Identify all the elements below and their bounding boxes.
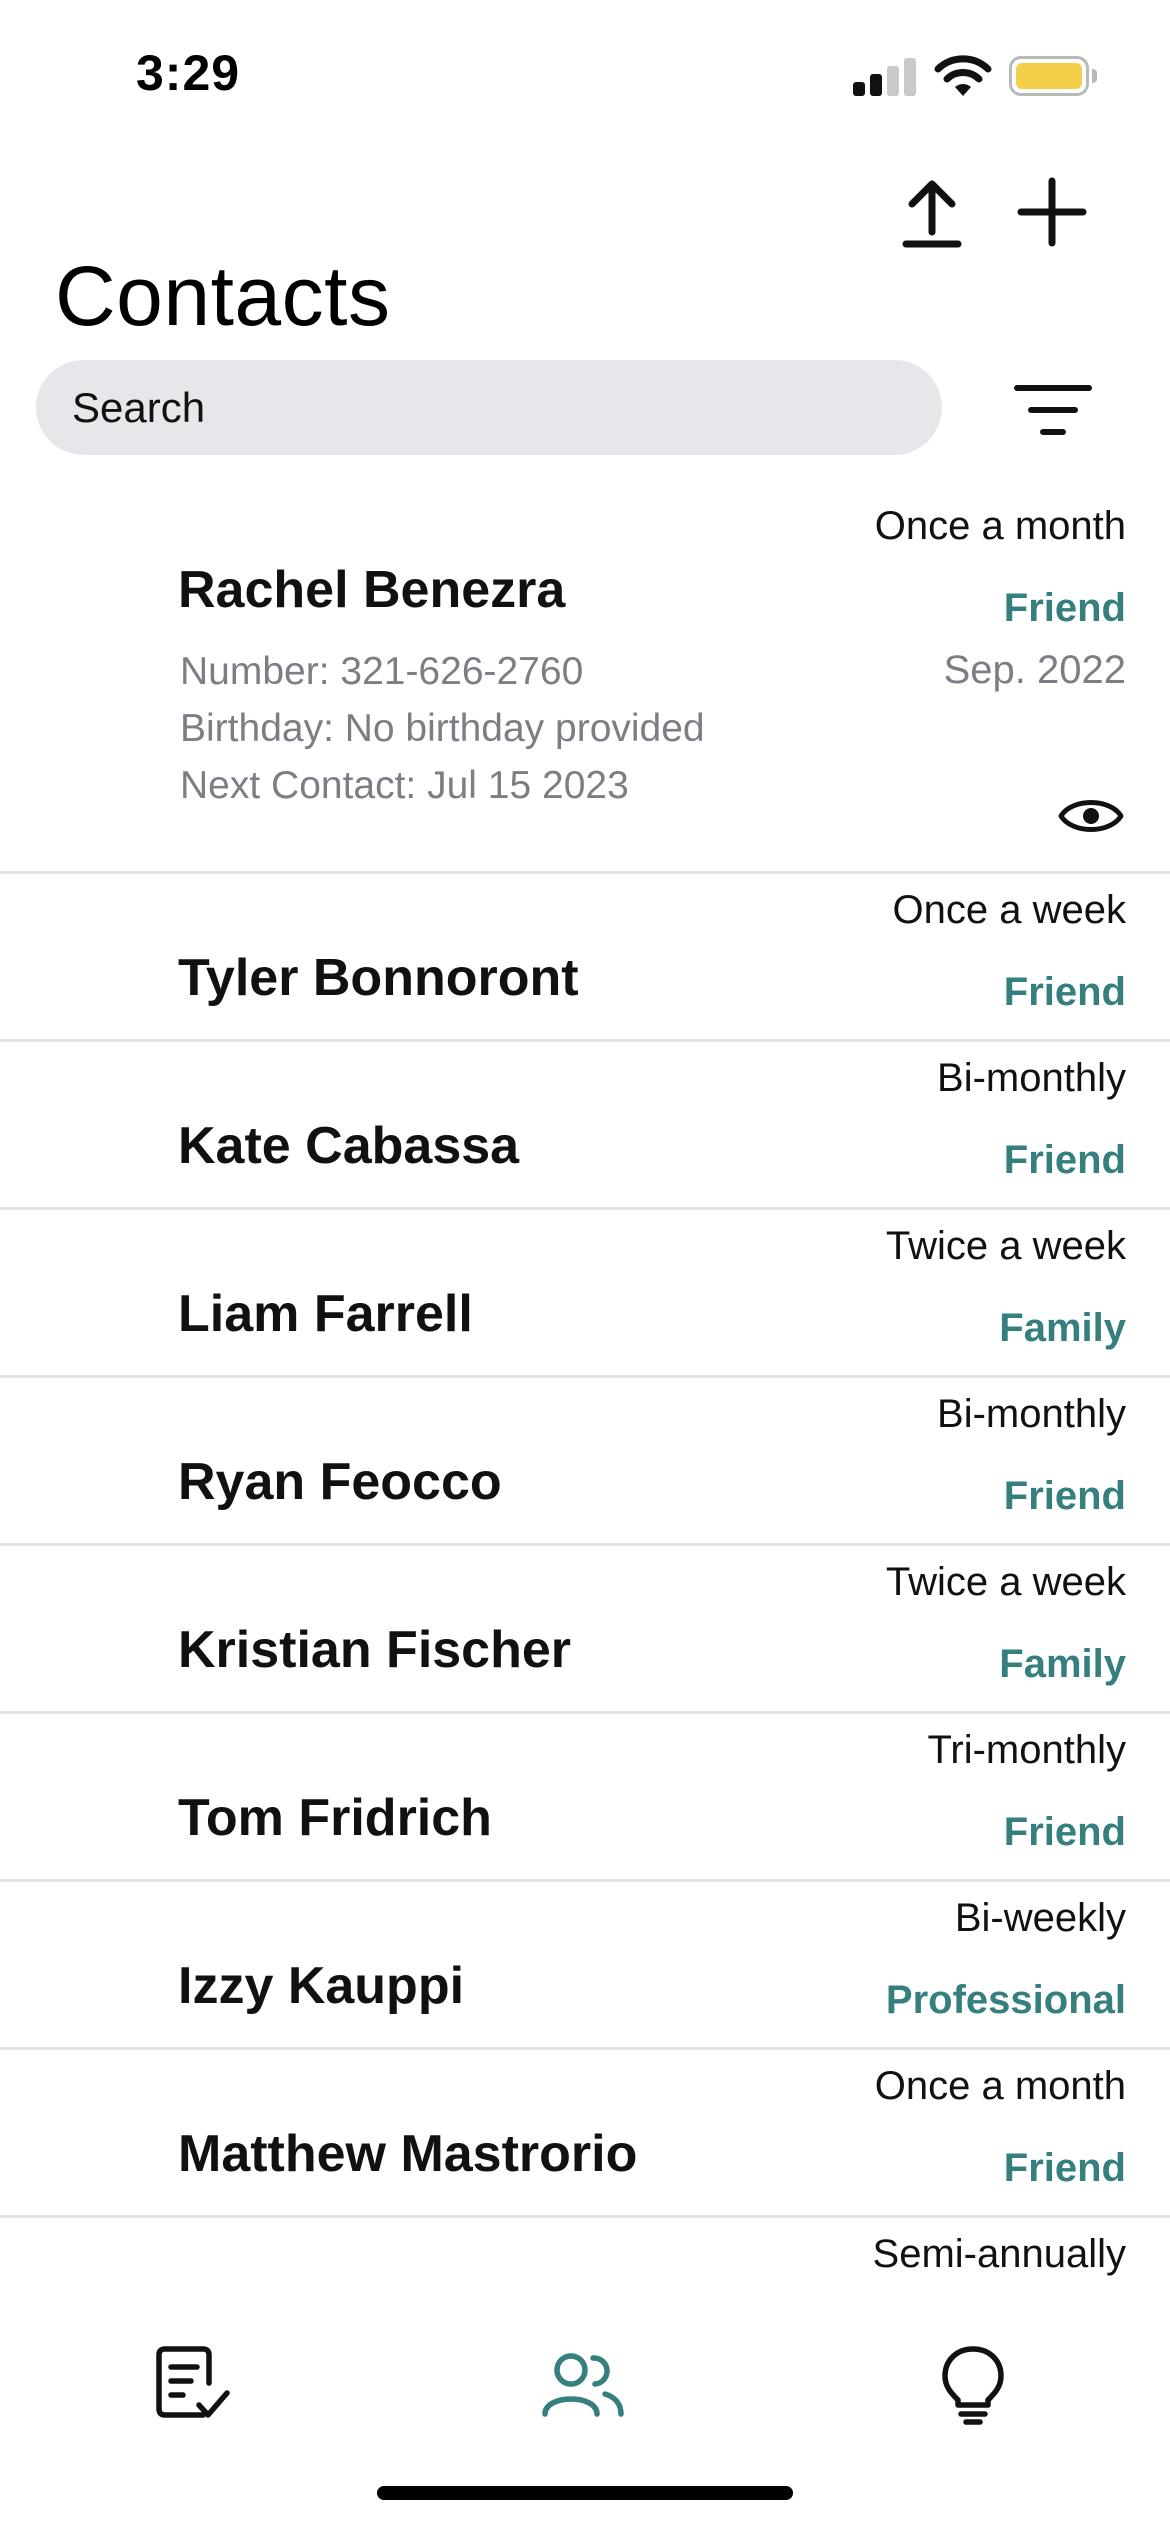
contact-frequency: Bi-monthly (937, 1392, 1126, 1436)
contact-name: Liam Farrell (178, 1285, 473, 1343)
tab-tasks[interactable] (148, 2340, 238, 2430)
contact-category: Friend (1003, 586, 1126, 630)
upload-icon (902, 180, 962, 248)
contact-row[interactable]: Kate Cabassa Bi-monthly Friend (0, 1042, 1170, 1210)
contact-frequency: Tri-monthly (927, 1728, 1126, 1772)
contact-row[interactable]: Izzy Kauppi Bi-weekly Professional (0, 1882, 1170, 2050)
people-icon (542, 2353, 624, 2417)
contact-category: Family (999, 1642, 1126, 1686)
battery-nub (1092, 69, 1097, 83)
wifi-icon (933, 52, 993, 98)
view-contact-button[interactable] (1056, 786, 1126, 846)
contact-name: Kate Cabassa (178, 1117, 520, 1175)
tab-contacts[interactable] (538, 2340, 628, 2430)
contact-row[interactable]: Rachel Benezra Once a month Friend Sep. … (0, 490, 1170, 874)
contact-name: Ryan Feocco (178, 1453, 502, 1511)
contact-frequency: Bi-monthly (937, 1056, 1126, 1100)
contact-name: Tyler Bonnoront (178, 949, 579, 1007)
status-time: 3:29 (136, 45, 241, 101)
home-indicator[interactable] (377, 2486, 793, 2500)
contact-category: Friend (1003, 1138, 1126, 1182)
contact-frequency: Once a month (874, 504, 1126, 548)
plus-icon (1017, 177, 1087, 247)
contact-since-date: Sep. 2022 (943, 648, 1126, 692)
contact-row[interactable]: Kristian Fischer Twice a week Family (0, 1546, 1170, 1714)
contact-name: Rachel Benezra (178, 561, 566, 619)
contacts-list: Rachel Benezra Once a month Friend Sep. … (0, 490, 1170, 2280)
filter-icon (1014, 385, 1092, 435)
contact-category: Friend (1003, 1810, 1126, 1854)
contact-category: Friend (1003, 2146, 1126, 2190)
contact-name: Izzy Kauppi (178, 1957, 465, 2015)
eye-icon (1058, 800, 1124, 832)
contact-category: Professional (885, 1978, 1126, 2022)
cellular-signal-icon (853, 56, 917, 96)
lightbulb-icon (942, 2346, 1004, 2425)
contact-row[interactable]: Ryan Feocco Bi-monthly Friend (0, 1378, 1170, 1546)
contact-category: Friend (1003, 970, 1126, 1014)
page-title: Contacts (55, 249, 391, 343)
tab-ideas[interactable] (928, 2340, 1018, 2430)
filter-button[interactable] (1005, 370, 1101, 450)
contact-row[interactable]: Semi-annually (0, 2218, 1170, 2280)
upload-button[interactable] (894, 172, 970, 252)
contact-name: Tom Fridrich (178, 1789, 492, 1847)
contact-next-contact: Next Contact: Jul 15 2023 (180, 764, 629, 807)
contact-row[interactable]: Liam Farrell Twice a week Family (0, 1210, 1170, 1378)
contact-row[interactable]: Tyler Bonnoront Once a week Friend (0, 874, 1170, 1042)
battery-icon (1009, 56, 1089, 96)
contact-frequency: Twice a week (885, 1560, 1126, 1604)
checklist-icon (156, 2346, 230, 2418)
contact-name: Kristian Fischer (178, 1621, 572, 1679)
search-input[interactable] (36, 360, 942, 455)
contact-birthday: Birthday: No birthday provided (180, 707, 705, 750)
add-contact-button[interactable] (1012, 172, 1092, 252)
contact-frequency: Twice a week (885, 1224, 1126, 1268)
contact-category: Family (999, 1306, 1126, 1350)
contact-name: Matthew Mastrorio (178, 2125, 638, 2183)
contact-number: Number: 321-626-2760 (180, 650, 584, 693)
contact-frequency: Once a month (874, 2064, 1126, 2108)
contact-category: Friend (1003, 1474, 1126, 1518)
contact-frequency: Once a week (892, 888, 1126, 932)
contact-frequency: Bi-weekly (954, 1896, 1126, 1940)
contact-row[interactable]: Matthew Mastrorio Once a month Friend (0, 2050, 1170, 2218)
status-bar: 3:29 (0, 0, 1170, 150)
contact-frequency: Semi-annually (872, 2232, 1126, 2276)
contact-row[interactable]: Tom Fridrich Tri-monthly Friend (0, 1714, 1170, 1882)
